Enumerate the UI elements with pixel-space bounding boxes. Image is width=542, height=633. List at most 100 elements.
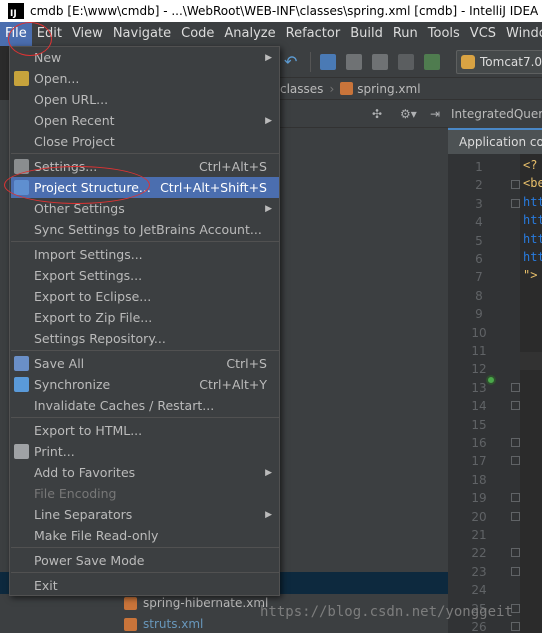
menu-code[interactable]: Code	[176, 22, 219, 46]
cut-icon[interactable]	[320, 54, 336, 70]
save-icon	[14, 356, 29, 371]
fold-marker-icon[interactable]	[511, 382, 520, 392]
menu-separator	[11, 417, 279, 418]
menu-item-shortcut: Ctrl+Alt+Y	[199, 377, 267, 392]
submenu-arrow-icon: ▶	[265, 115, 272, 126]
spring-bean-icon[interactable]	[486, 375, 496, 385]
hide-panel-icon[interactable]: ⇥	[430, 107, 440, 121]
menu-navigate[interactable]: Navigate	[108, 22, 176, 46]
menu-analyze[interactable]: Analyze	[219, 22, 280, 46]
fold-marker-icon[interactable]	[511, 622, 520, 631]
line-number: 21	[471, 528, 487, 542]
menu-refactor[interactable]: Refactor	[281, 22, 346, 46]
file-menu-item-exit[interactable]: Exit	[11, 575, 279, 596]
menu-item-label: Print...	[34, 444, 75, 459]
file-menu-item-new[interactable]: New ▶	[11, 47, 279, 68]
file-menu-item-sync-settings-to-jetbrains-account[interactable]: Sync Settings to JetBrains Account...	[11, 219, 279, 240]
menu-window[interactable]: Window	[501, 22, 542, 46]
run-configuration-select[interactable]: Tomcat7.0	[456, 50, 542, 74]
annotation-circle-file	[8, 22, 52, 56]
file-menu-item-make-file-read-only[interactable]: Make File Read-only	[11, 525, 279, 546]
file-menu-item-export-to-zip-file[interactable]: Export to Zip File...	[11, 307, 279, 328]
code-line: htt	[523, 194, 542, 209]
file-menu-item-synchronize[interactable]: Synchronize Ctrl+Alt+Y	[11, 374, 279, 395]
fold-marker-icon[interactable]	[511, 401, 520, 411]
file-menu-item-settings-repository[interactable]: Settings Repository...	[11, 328, 279, 349]
fold-marker-icon[interactable]	[511, 198, 520, 208]
file-menu-item-print[interactable]: Print...	[11, 441, 279, 462]
tree-file-struts[interactable]: struts.xml	[124, 617, 203, 631]
fold-marker-icon[interactable]	[511, 548, 520, 558]
file-menu-item-line-separators[interactable]: Line Separators ▶	[11, 504, 279, 525]
menu-separator	[11, 241, 279, 242]
file-menu-item-add-to-favorites[interactable]: Add to Favorites ▶	[11, 462, 279, 483]
title-bar: IJ cmdb [E:\www\cmdb] - ...\WebRoot\WEB-…	[0, 0, 542, 22]
main-toolbar: ↶ Tomcat7.0	[280, 46, 542, 78]
fold-marker-icon[interactable]	[511, 456, 520, 466]
file-menu-item-file-encoding[interactable]: File Encoding	[11, 483, 279, 504]
menu-item-label: Line Separators	[34, 507, 133, 522]
xml-file-icon	[124, 596, 137, 610]
line-number: 18	[471, 472, 487, 487]
file-menu-item-save-all[interactable]: Save All Ctrl+S	[11, 353, 279, 374]
menu-item-label: Export to Zip File...	[34, 310, 153, 325]
line-number: 22	[471, 546, 487, 561]
breadcrumb-item-classes[interactable]: classes	[280, 82, 323, 96]
file-menu-item-invalidate-caches-restart[interactable]: Invalidate Caches / Restart...	[11, 395, 279, 416]
menu-item-label: Open URL...	[34, 92, 109, 107]
file-menu-item-import-settings[interactable]: Import Settings...	[11, 244, 279, 265]
menu-item-label: Export to Eclipse...	[34, 289, 152, 304]
menu-item-label: Add to Favorites	[34, 465, 136, 480]
line-number: 1	[475, 160, 483, 174]
menu-item-label: Settings Repository...	[34, 331, 166, 346]
file-menu-item-open-url[interactable]: Open URL...	[11, 89, 279, 110]
fold-marker-icon[interactable]	[511, 566, 520, 576]
file-menu-item-power-save-mode[interactable]: Power Save Mode	[11, 550, 279, 571]
collapse-all-icon[interactable]: ✣	[372, 107, 382, 121]
breadcrumb: classes › spring.xml	[280, 78, 542, 100]
code-line: <be	[523, 176, 542, 191]
line-number: 17	[471, 454, 487, 469]
paste-icon[interactable]	[372, 54, 388, 70]
file-menu-item-open[interactable]: Open...	[11, 68, 279, 89]
tree-file-spring-hibernate[interactable]: spring-hibernate.xml	[124, 596, 268, 610]
editor-tab[interactable]: IntegratedQuery	[448, 100, 542, 130]
binary-icon[interactable]	[424, 54, 440, 70]
line-number: 19	[471, 491, 487, 506]
menu-view[interactable]: View	[67, 22, 108, 46]
tree-file-label: struts.xml	[143, 617, 204, 631]
fold-marker-icon[interactable]	[511, 493, 520, 503]
xml-file-icon	[340, 81, 354, 95]
menu-vcs[interactable]: VCS	[465, 22, 501, 46]
fold-marker-icon[interactable]	[511, 511, 520, 521]
line-number: 15	[471, 417, 487, 432]
file-menu-item-export-to-eclipse[interactable]: Export to Eclipse...	[11, 286, 279, 307]
file-menu-item-export-to-html[interactable]: Export to HTML...	[11, 420, 279, 441]
menu-run[interactable]: Run	[388, 22, 423, 46]
fold-marker-icon[interactable]	[511, 180, 520, 190]
menu-item-label: Open...	[34, 71, 80, 86]
menu-item-label: Sync Settings to JetBrains Account...	[34, 222, 262, 237]
code-line: ">	[523, 268, 538, 283]
file-menu-item-close-project[interactable]: Close Project	[11, 131, 279, 152]
fold-marker-icon[interactable]	[511, 438, 520, 447]
file-menu-item-open-recent[interactable]: Open Recent ▶	[11, 110, 279, 131]
undo-icon[interactable]: ↶	[284, 53, 302, 71]
menu-separator	[11, 153, 279, 154]
copy-icon[interactable]	[346, 54, 362, 70]
gear-icon[interactable]: ⚙▾	[400, 107, 417, 121]
line-number: 3	[475, 196, 483, 211]
annotation-circle-project-structure	[4, 166, 150, 204]
application-context-bar[interactable]: Application co	[448, 130, 542, 154]
line-number: 2	[475, 178, 483, 193]
breadcrumb-item-spring-xml[interactable]: spring.xml	[340, 81, 421, 96]
code-line: htt	[523, 250, 542, 264]
file-menu-dropdown: New ▶ Open... Open URL... Open Recent ▶ Close …	[9, 46, 280, 596]
menu-separator	[11, 547, 279, 548]
menu-build[interactable]: Build	[345, 22, 388, 46]
watermark: https://blog.csdn.net/yonggeit	[260, 604, 513, 620]
xml-file-icon	[124, 617, 137, 631]
find-icon[interactable]	[398, 54, 414, 70]
menu-tools[interactable]: Tools	[423, 22, 465, 46]
file-menu-item-export-settings[interactable]: Export Settings...	[11, 265, 279, 286]
